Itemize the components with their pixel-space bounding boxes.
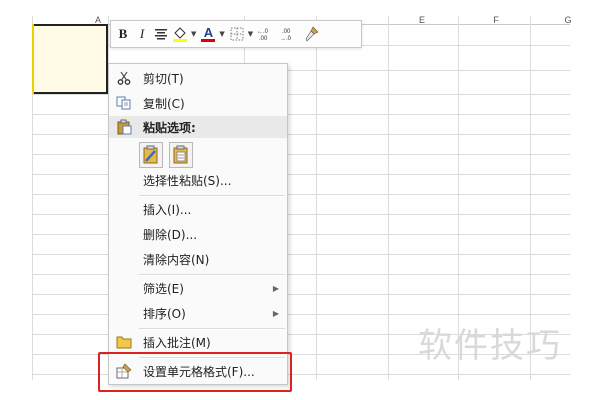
paint-bucket-icon	[173, 27, 187, 42]
menu-label-filter: 筛选(E)	[143, 281, 184, 296]
menu-label-cut: 剪切(T)	[143, 71, 184, 86]
svg-text:←.0: ←.0	[257, 29, 269, 35]
grid-line	[316, 16, 317, 380]
menu-label-insert: 插入(I)...	[143, 202, 192, 217]
borders-dropdown-icon[interactable]: ▼	[248, 30, 253, 38]
menu-separator	[139, 328, 285, 330]
decrease-decimal-button[interactable]: .00 →.0	[280, 24, 300, 44]
menu-separator	[139, 195, 285, 197]
svg-text:.00: .00	[259, 36, 268, 41]
decrease-decimal-icon: .00 →.0	[280, 29, 292, 41]
menu-label-insert-comment: 插入批注(M)	[143, 335, 211, 350]
menu-item-insert-comment[interactable]: 插入批注(M)	[109, 331, 287, 353]
menu-item-sort[interactable]: 排序(O) ▶	[109, 302, 287, 324]
menu-item-copy[interactable]: 复制(C)	[109, 92, 287, 114]
menu-item-clear-contents[interactable]: 清除内容(N)	[109, 248, 287, 270]
menu-item-paste-special[interactable]: 选择性粘贴(S)...	[109, 169, 287, 191]
selected-cell[interactable]	[32, 24, 108, 94]
font-color-button[interactable]: A	[200, 24, 216, 44]
paste-values-icon	[173, 145, 188, 164]
font-color-bar	[201, 38, 216, 42]
watermark-text: 软件技巧	[418, 326, 562, 366]
menu-item-filter[interactable]: 筛选(E) ▶	[109, 277, 287, 299]
scissors-icon	[115, 69, 133, 87]
menu-label-delete: 删除(D)...	[143, 227, 198, 242]
center-align-icon	[155, 29, 167, 40]
fill-color-dropdown-icon[interactable]: ▼	[191, 30, 196, 38]
center-align-button[interactable]	[153, 24, 169, 44]
column-header-e[interactable]: E	[416, 16, 428, 25]
borders-button[interactable]	[229, 24, 245, 44]
mini-toolbar: B I ▼ A ▼ ▼ ←.0 .00 .00 →.0	[110, 20, 362, 48]
format-painter-icon	[305, 26, 319, 42]
copy-icon	[115, 94, 133, 112]
italic-button[interactable]: I	[134, 24, 150, 44]
menu-separator	[139, 274, 285, 276]
font-color-letter: A	[203, 24, 214, 40]
submenu-arrow-icon: ▶	[272, 308, 279, 318]
menu-label-sort: 排序(O)	[143, 306, 186, 321]
menu-item-delete[interactable]: 删除(D)...	[109, 223, 287, 245]
menu-section-paste-options: 粘贴选项:	[109, 116, 287, 138]
menu-label-copy: 复制(C)	[143, 96, 185, 111]
column-header-f[interactable]: F	[490, 16, 502, 25]
submenu-arrow-icon: ▶	[272, 283, 279, 293]
bold-button[interactable]: B	[115, 24, 131, 44]
menu-item-insert[interactable]: 插入(I)...	[109, 198, 287, 220]
svg-text:.00: .00	[282, 29, 291, 35]
paste-brush-icon	[143, 145, 158, 164]
font-color-dropdown-icon[interactable]: ▼	[219, 30, 224, 38]
paste-option-button[interactable]	[169, 142, 193, 168]
fill-color-button[interactable]	[172, 24, 188, 44]
grid-line	[388, 16, 389, 380]
column-header-a[interactable]: A	[92, 16, 104, 25]
comment-icon	[115, 333, 133, 351]
column-header-g[interactable]: G	[562, 16, 574, 25]
menu-item-cut[interactable]: 剪切(T)	[109, 67, 287, 89]
menu-label-paste-options: 粘贴选项:	[143, 120, 196, 135]
paste-option-button[interactable]	[139, 142, 163, 168]
highlight-annotation	[98, 352, 292, 392]
increase-decimal-button[interactable]: ←.0 .00	[257, 24, 277, 44]
menu-label-clear-contents: 清除内容(N)	[143, 252, 210, 267]
clipboard-icon	[115, 118, 133, 136]
paste-options-row	[139, 142, 199, 168]
format-painter-button[interactable]	[303, 24, 319, 44]
increase-decimal-icon: ←.0 .00	[257, 29, 269, 41]
svg-text:→.0: →.0	[280, 36, 292, 41]
context-menu: 剪切(T) 复制(C) 粘贴选项: 选择性粘贴(S)... 插入(I)... 删…	[108, 63, 288, 385]
menu-label-paste-special: 选择性粘贴(S)...	[143, 173, 232, 188]
borders-icon	[230, 27, 244, 41]
